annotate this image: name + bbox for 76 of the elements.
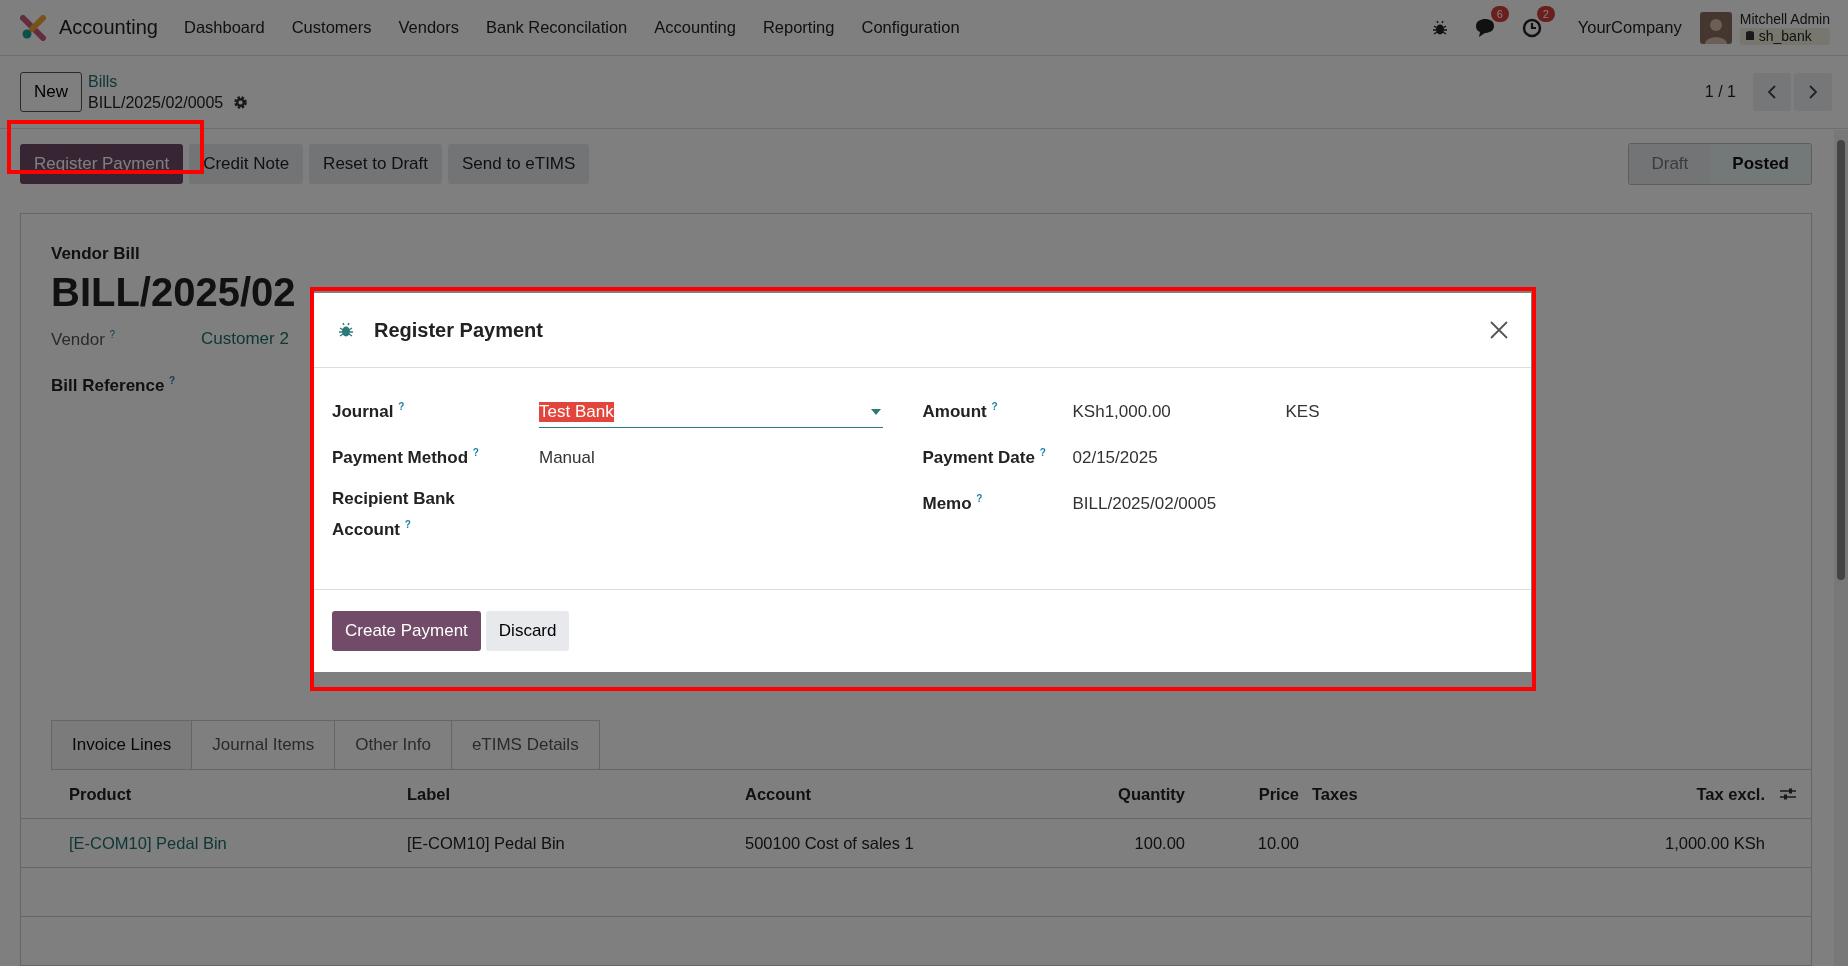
user-name[interactable]: Mitchell Admin <box>1739 10 1830 28</box>
table-cell-text: [E-COM10] Pedal Bin <box>407 833 566 853</box>
action-button[interactable]: Register Payment <box>20 144 184 184</box>
status-stage[interactable]: Draft <box>1629 144 1711 184</box>
menu-item[interactable]: Bank Reconcilation <box>486 18 628 37</box>
app-logo-icon[interactable] <box>20 14 46 41</box>
menu-item[interactable]: Dashboard <box>183 18 265 37</box>
table-cell-text: 100.00 <box>1133 833 1185 853</box>
caret-icon <box>870 408 881 415</box>
column-header[interactable]: Quantity <box>1045 784 1185 804</box>
menu-item[interactable]: Configuration <box>861 18 960 37</box>
column-header[interactable]: Price <box>1185 784 1299 804</box>
database-icon <box>1745 31 1754 41</box>
tab[interactable]: Invoice Lines <box>51 720 193 769</box>
field-label: Bill Reference $^{?}$ <box>51 375 177 396</box>
app-name[interactable]: Accounting <box>59 16 158 39</box>
close-button[interactable] <box>1489 320 1509 340</box>
field-label: Memo $^{?}$ <box>922 492 984 515</box>
action-button[interactable]: Send to eTIMS <box>448 144 590 184</box>
record-name: BILL/2025/02/0005 <box>88 93 224 113</box>
sliders-icon[interactable] <box>1780 787 1796 801</box>
column-header[interactable]: Tax excl. <box>1605 784 1765 804</box>
column-header[interactable]: Taxes <box>1299 784 1605 804</box>
table-cell-text: 1,000.00 KSh <box>1664 833 1765 853</box>
database-name: sh_bank <box>1758 27 1812 45</box>
dialog-button[interactable]: Discard <box>485 611 570 651</box>
journal-select[interactable]: Test Bank <box>539 396 883 428</box>
bill-number: BILL/2025/02 <box>51 270 296 315</box>
field-label: Vendor $^{?}$ <box>51 329 117 350</box>
next-button[interactable] <box>1794 73 1832 111</box>
field-label: Payment Method $^{?}$ <box>332 446 480 469</box>
clock-icon[interactable] <box>1521 17 1542 38</box>
table-cell-text: 500100 Cost of sales 1 <box>745 833 915 853</box>
action-button[interactable]: Reset to Draft <box>309 144 442 184</box>
company-name[interactable]: YourCompany <box>1577 18 1682 37</box>
bug-icon[interactable] <box>1431 19 1448 36</box>
menu-item[interactable]: Vendors <box>398 18 460 37</box>
field-label: Journal $^{?}$ <box>332 400 406 423</box>
vendor-link[interactable]: Customer 2 <box>201 329 289 349</box>
bug-icon[interactable] <box>338 322 354 338</box>
menu-item[interactable]: Customers <box>291 18 372 37</box>
previous-button[interactable] <box>1753 73 1791 111</box>
notification-badge: 6 <box>1490 5 1509 22</box>
table-cell-text: 10.00 <box>1256 833 1299 853</box>
column-header[interactable]: Product <box>69 784 407 804</box>
settings-icon[interactable] <box>233 95 249 110</box>
field-value: BILL/2025/02/0005 <box>1072 492 1218 515</box>
chevron-left-icon <box>1767 84 1777 100</box>
avatar-icon[interactable] <box>1699 11 1732 44</box>
dialog-title: Register Payment <box>374 318 543 342</box>
column-header[interactable]: Account <box>745 784 1045 804</box>
status-stage[interactable]: Posted <box>1710 144 1811 184</box>
field-value: Manual <box>539 446 595 469</box>
action-button[interactable]: Credit Note <box>189 144 304 184</box>
scrollbar[interactable] <box>1834 130 1848 966</box>
table-cell[interactable]: [E-COM10] Pedal Bin <box>69 833 407 853</box>
chat-icon[interactable] <box>1473 17 1496 38</box>
field-label: Recipient Bank Account $^{?}$ <box>332 488 456 541</box>
close-icon <box>1489 320 1509 340</box>
field-value: KSh1,000.00 <box>1072 400 1172 423</box>
tab[interactable]: eTIMS Details <box>450 720 600 769</box>
breadcrumb-link[interactable]: Bills <box>88 71 249 92</box>
menu-item[interactable]: Accounting <box>654 18 736 37</box>
pager-counter: 1 / 1 <box>1704 83 1736 101</box>
currency-value: KES <box>1285 400 1320 423</box>
menu-item[interactable]: Reporting <box>762 18 835 37</box>
chevron-right-icon <box>1808 84 1818 100</box>
field-label: Payment Date $^{?}$ <box>922 446 1047 469</box>
dialog-button[interactable]: Create Payment <box>332 611 481 651</box>
field-value: 02/15/2025 <box>1072 446 1159 469</box>
select-value: Test Bank <box>539 401 614 422</box>
document-type: Vendor Bill <box>51 244 141 264</box>
field-label: Amount $^{?}$ <box>922 400 999 423</box>
notification-badge: 2 <box>1536 5 1555 22</box>
column-header[interactable]: Label <box>407 784 745 804</box>
new-button[interactable]: New <box>20 72 82 112</box>
